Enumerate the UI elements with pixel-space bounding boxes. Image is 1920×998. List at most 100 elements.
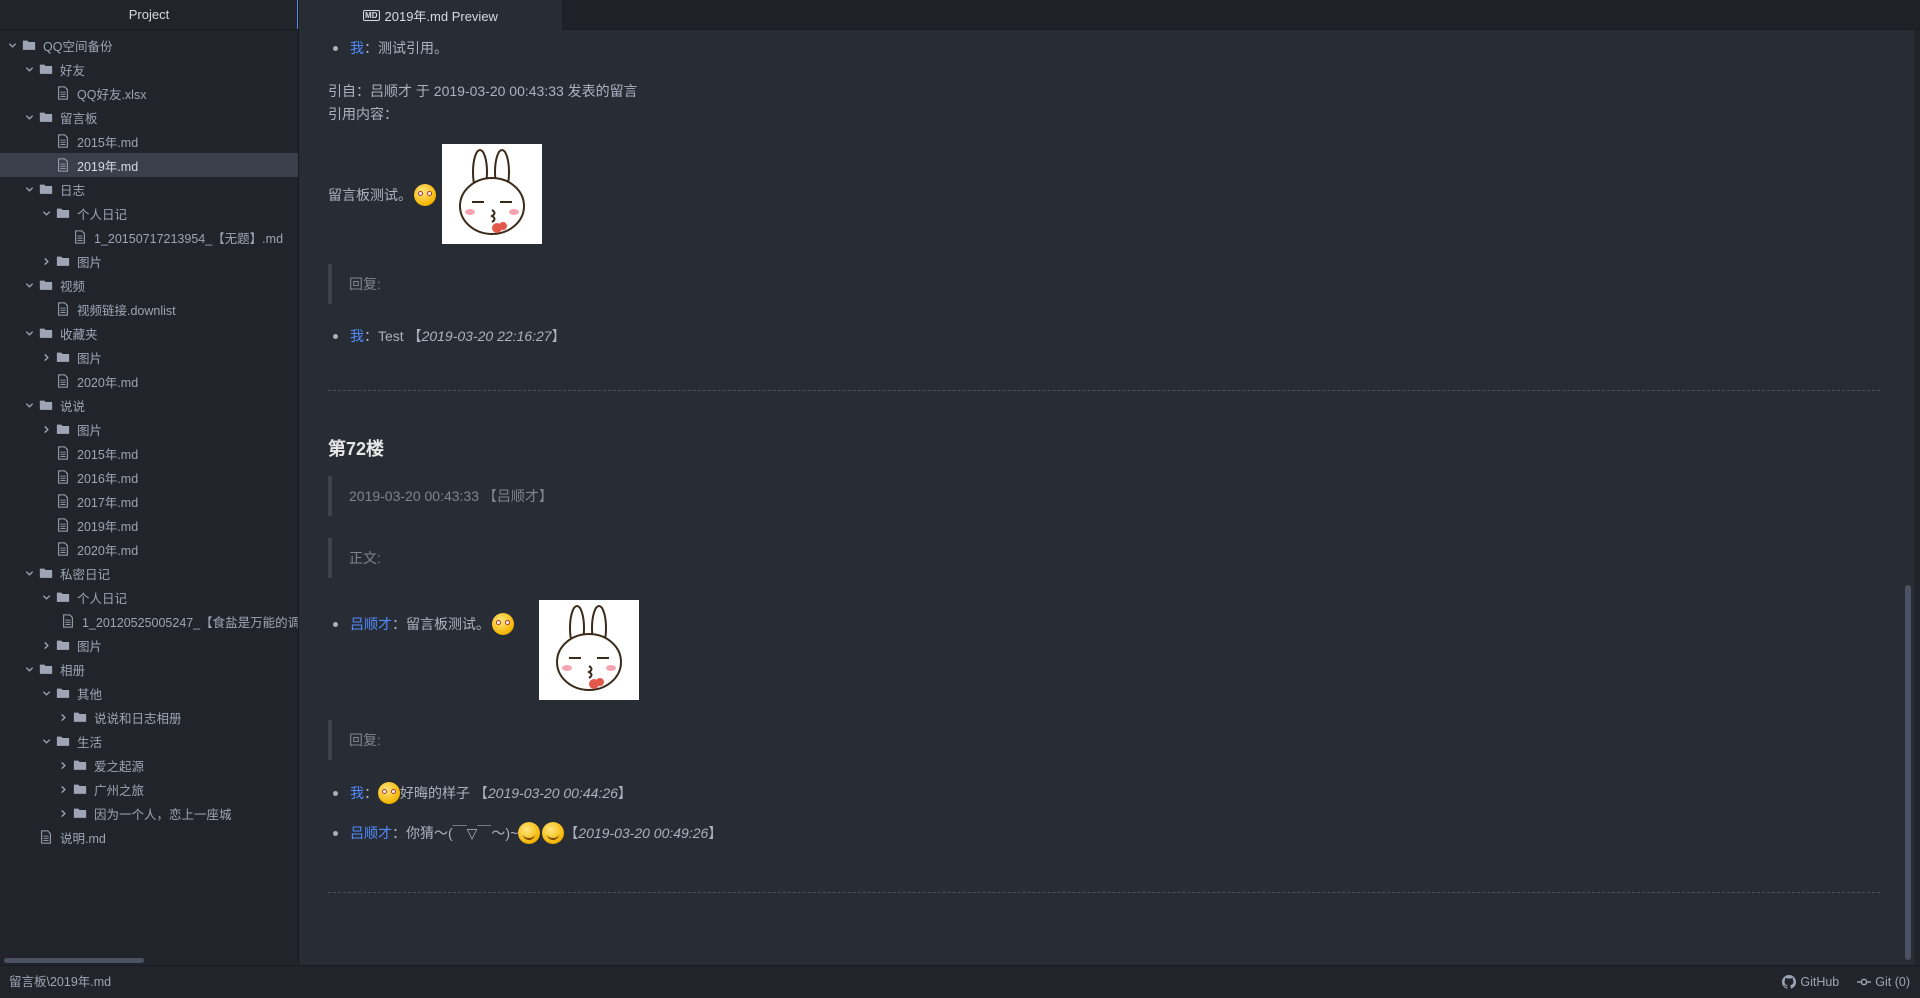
chevron-right-icon[interactable] bbox=[57, 705, 69, 729]
chevron-right-icon[interactable] bbox=[40, 345, 52, 369]
tree-folder[interactable]: 因为一个人，恋上一座城 bbox=[0, 801, 298, 825]
chevron-right-icon[interactable] bbox=[57, 753, 69, 777]
surprised-emoji-icon bbox=[492, 613, 514, 635]
file-text-icon bbox=[56, 446, 70, 460]
tree-folder[interactable]: 日志 bbox=[0, 177, 298, 201]
tree-file[interactable]: 2015年.md bbox=[0, 129, 298, 153]
horizontal-scrollbar[interactable] bbox=[4, 958, 144, 963]
tree-folder[interactable]: 生活 bbox=[0, 729, 298, 753]
tree-file[interactable]: 2015年.md bbox=[0, 441, 298, 465]
chevron-right-icon[interactable] bbox=[40, 417, 52, 441]
tree-folder[interactable]: 私密日记 bbox=[0, 561, 298, 585]
tree-folder[interactable]: 其他 bbox=[0, 681, 298, 705]
tree-item-label: 日志 bbox=[60, 183, 86, 198]
status-file-path[interactable]: 留言板\2019年.md bbox=[9, 966, 111, 998]
chevron-down-icon[interactable] bbox=[23, 177, 35, 201]
tree-folder[interactable]: 爱之起源 bbox=[0, 753, 298, 777]
file-text-icon bbox=[56, 374, 70, 388]
author-link[interactable]: 吕顺才 bbox=[350, 823, 392, 843]
markdown-icon: MD bbox=[363, 9, 380, 21]
tree-file[interactable]: 2019年.md bbox=[0, 513, 298, 537]
tree-file[interactable]: 1_20150717213954_【无题】.md bbox=[0, 225, 298, 249]
folder-icon bbox=[73, 710, 87, 724]
git-button[interactable]: Git (0) bbox=[1857, 975, 1910, 989]
folder-icon bbox=[39, 398, 53, 412]
chevron-down-icon[interactable] bbox=[23, 657, 35, 681]
file-text-icon bbox=[56, 494, 70, 508]
chevron-down-icon[interactable] bbox=[23, 273, 35, 297]
tree-folder[interactable]: QQ空间备份 bbox=[0, 33, 298, 57]
tree-folder[interactable]: 说说 bbox=[0, 393, 298, 417]
tree-folder[interactable]: 广州之旅 bbox=[0, 777, 298, 801]
chevron-down-icon[interactable] bbox=[40, 681, 52, 705]
tree-item-label: QQ好友.xlsx bbox=[77, 87, 147, 102]
tree-file[interactable]: 2019年.md bbox=[0, 153, 298, 177]
tree-folder[interactable]: 图片 bbox=[0, 345, 298, 369]
chevron-down-icon[interactable] bbox=[40, 201, 52, 225]
tree-file[interactable]: 2016年.md bbox=[0, 465, 298, 489]
chevron-down-icon[interactable] bbox=[6, 33, 18, 57]
chevron-down-icon[interactable] bbox=[23, 105, 35, 129]
tree-view-title[interactable]: Project bbox=[0, 0, 298, 30]
tree-item-label: 2017年.md bbox=[77, 495, 139, 510]
tree-file[interactable]: 说明.md bbox=[0, 825, 298, 849]
file-text-icon bbox=[56, 86, 70, 100]
file-text-icon bbox=[73, 230, 87, 244]
chevron-down-icon[interactable] bbox=[40, 585, 52, 609]
chevron-down-icon[interactable] bbox=[40, 729, 52, 753]
folder-icon bbox=[39, 110, 53, 124]
smile-emoji-icon bbox=[518, 822, 541, 844]
tree-folder[interactable]: 视频 bbox=[0, 273, 298, 297]
author-link[interactable]: 我 bbox=[350, 38, 364, 58]
chevron-right-icon[interactable] bbox=[40, 249, 52, 273]
chevron-down-icon[interactable] bbox=[23, 321, 35, 345]
author-link[interactable]: 我 bbox=[350, 783, 364, 803]
tree-folder[interactable]: 图片 bbox=[0, 633, 298, 657]
folder-icon bbox=[73, 782, 87, 796]
tree-file[interactable]: 视频链接.downlist bbox=[0, 297, 298, 321]
chevron-right-icon[interactable] bbox=[57, 801, 69, 825]
tree-folder[interactable]: 相册 bbox=[0, 657, 298, 681]
tree-item-label: 爱之起源 bbox=[94, 759, 145, 774]
tree-folder[interactable]: 图片 bbox=[0, 417, 298, 441]
bunny-sticker-image bbox=[442, 144, 542, 244]
chevron-down-icon[interactable] bbox=[23, 393, 35, 417]
tree-item-label: 2019年.md bbox=[77, 519, 139, 534]
tree-item-label: 相册 bbox=[60, 663, 86, 678]
tree-folder[interactable]: 好友 bbox=[0, 57, 298, 81]
chevron-down-icon[interactable] bbox=[23, 57, 35, 81]
tree-file[interactable]: 1_20120525005247_【食盐是万能的调味品】.md bbox=[0, 609, 298, 633]
markdown-preview[interactable]: 我 ： 测试引用。 引自：吕顺才 于 2019-03-20 00:43:33 发… bbox=[299, 30, 1914, 965]
tree-file[interactable]: 2020年.md bbox=[0, 369, 298, 393]
folder-icon bbox=[56, 254, 70, 268]
tree-file[interactable]: 2020年.md bbox=[0, 537, 298, 561]
chevron-right-icon[interactable] bbox=[57, 777, 69, 801]
tree-folder[interactable]: 图片 bbox=[0, 249, 298, 273]
separator: ： bbox=[392, 616, 406, 632]
reply-label-quote: 回复: bbox=[328, 720, 381, 760]
tree-item-label: 好友 bbox=[60, 63, 86, 78]
tree-folder[interactable]: 个人日记 bbox=[0, 201, 298, 225]
author-link[interactable]: 吕顺才 bbox=[350, 614, 392, 634]
tree-file[interactable]: QQ好友.xlsx bbox=[0, 81, 298, 105]
github-button[interactable]: GitHub bbox=[1782, 975, 1839, 989]
file-text-icon bbox=[56, 518, 70, 532]
tree-file[interactable]: 2017年.md bbox=[0, 489, 298, 513]
tree-folder[interactable]: 留言板 bbox=[0, 105, 298, 129]
folder-icon bbox=[73, 758, 87, 772]
git-commit-icon bbox=[1857, 978, 1872, 986]
tab-markdown-preview[interactable]: MD 2019年.md Preview bbox=[299, 0, 562, 30]
chevron-right-icon[interactable] bbox=[40, 633, 52, 657]
tree-item-label: 广州之旅 bbox=[94, 783, 145, 798]
status-bar: 留言板\2019年.md GitHub Git (0) bbox=[0, 965, 1920, 998]
author-link[interactable]: 我 bbox=[350, 326, 364, 346]
tree-folder[interactable]: 个人日记 bbox=[0, 585, 298, 609]
tree-folder[interactable]: 说说和日志相册 bbox=[0, 705, 298, 729]
bracket-open: 【 bbox=[564, 825, 579, 841]
folder-icon bbox=[39, 278, 53, 292]
chevron-down-icon[interactable] bbox=[23, 561, 35, 585]
vertical-scrollbar[interactable] bbox=[1905, 585, 1911, 960]
tree-item-label: 因为一个人，恋上一座城 bbox=[94, 807, 232, 822]
tree-folder[interactable]: 收藏夹 bbox=[0, 321, 298, 345]
separator: ： bbox=[364, 785, 378, 801]
